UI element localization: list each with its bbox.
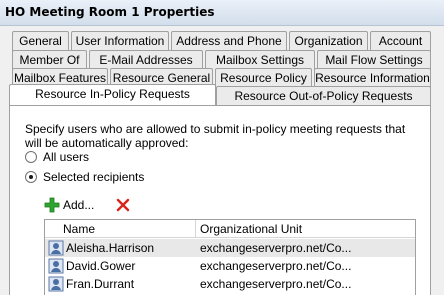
column-header-organizational-unit[interactable]: Organizational Unit (200, 222, 302, 236)
title-bar: HO Meeting Room 1 Properties (0, 0, 444, 26)
tab-resource-information[interactable]: Resource Information (314, 68, 431, 88)
tab-mailbox-settings[interactable]: Mailbox Settings (205, 50, 315, 70)
table-row[interactable]: Aleisha.Harrison exchangeserverpro.net/C… (45, 239, 415, 257)
tab-email-addresses[interactable]: E-Mail Addresses (89, 50, 203, 70)
tab-mail-flow-settings[interactable]: Mail Flow Settings (317, 50, 431, 70)
user-icon (48, 276, 64, 292)
option-all-users[interactable]: All users (25, 149, 89, 165)
tab-organization[interactable]: Organization (289, 31, 368, 51)
recipients-grid: Name Organizational Unit Aleisha.Harriso… (44, 219, 416, 295)
all-users-radio[interactable] (25, 151, 37, 163)
tab-member-of[interactable]: Member Of (12, 50, 87, 70)
user-icon (48, 258, 64, 274)
row-ou: exchangeserverpro.net/Co... (200, 241, 352, 255)
window-title: HO Meeting Room 1 Properties (5, 5, 215, 19)
row-ou: exchangeserverpro.net/Co... (200, 259, 352, 273)
grid-header: Name Organizational Unit (45, 220, 415, 238)
tab-account[interactable]: Account (370, 31, 431, 51)
column-header-name[interactable]: Name (63, 222, 95, 236)
row-name: Aleisha.Harrison (66, 241, 155, 255)
row-ou: exchangeserverpro.net/Co... (200, 277, 352, 291)
green-plus-icon (44, 197, 60, 213)
all-users-label: All users (43, 150, 90, 164)
tab-user-information[interactable]: User Information (71, 31, 169, 51)
row-name: David.Gower (66, 259, 136, 273)
column-divider[interactable] (195, 220, 196, 238)
properties-dialog: General User Information Address and Pho… (0, 26, 444, 295)
in-policy-requests-panel: Specify users who are allowed to submit … (9, 105, 431, 295)
row-name: Fran.Durrant (66, 277, 135, 291)
table-row[interactable]: David.Gower exchangeserverpro.net/Co... (45, 257, 415, 275)
tab-general[interactable]: General (12, 31, 69, 51)
option-selected-recipients[interactable]: Selected recipients (25, 169, 144, 185)
red-x-icon[interactable] (116, 198, 130, 212)
tab-resource-in-policy-requests[interactable]: Resource In-Policy Requests (9, 84, 216, 105)
selected-recipients-label: Selected recipients (43, 170, 145, 184)
selected-recipients-radio[interactable] (25, 171, 37, 183)
tab-resource-policy[interactable]: Resource Policy (215, 68, 312, 88)
add-button-label: Add... (63, 198, 95, 212)
tab-resource-out-of-policy-requests[interactable]: Resource Out-of-Policy Requests (216, 86, 431, 106)
tab-address-and-phone[interactable]: Address and Phone (171, 31, 287, 51)
panel-description: Specify users who are allowed to submit … (25, 122, 406, 150)
user-icon (48, 240, 64, 256)
table-row[interactable]: Fran.Durrant exchangeserverpro.net/Co... (45, 275, 415, 293)
